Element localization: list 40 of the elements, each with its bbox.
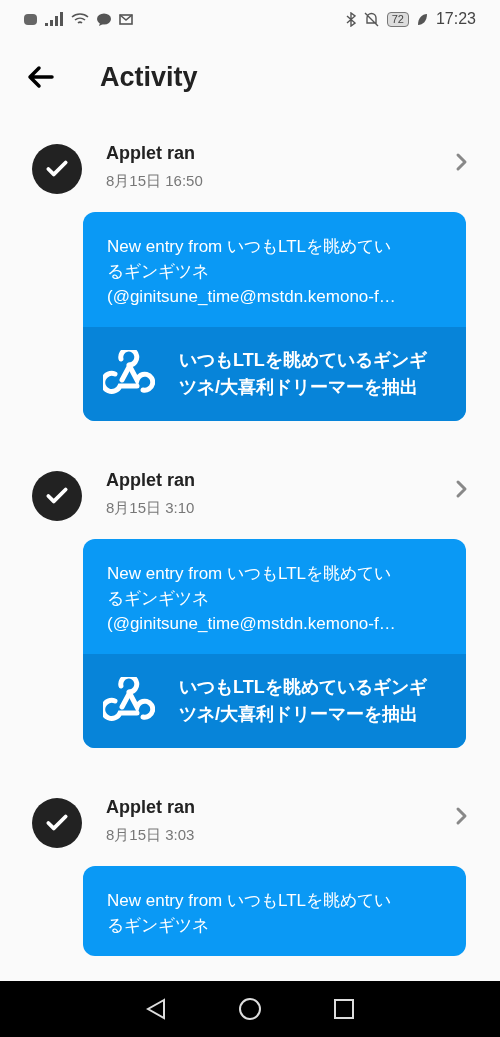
checkmark-icon bbox=[32, 798, 82, 848]
bluetooth-icon bbox=[345, 11, 356, 27]
entry-message: New entry from いつもLTLを眺めてい bbox=[107, 236, 392, 258]
entry-time: 8月15日 3:10 bbox=[106, 498, 196, 518]
entry-title: Applet ran bbox=[106, 469, 196, 492]
action-text: ツネ/大喜利ドリーマーを抽出 bbox=[179, 703, 419, 726]
action-text: ツネ/大喜利ドリーマーを抽出 bbox=[179, 376, 419, 399]
chat-icon bbox=[97, 12, 111, 26]
entry-message: るギンギツネ bbox=[107, 261, 210, 283]
entry-message: New entry from いつもLTLを眺めてい bbox=[107, 563, 392, 585]
leaf-icon bbox=[416, 12, 428, 26]
checkmark-icon bbox=[32, 471, 82, 521]
applet-card[interactable]: New entry from いつもLTLを眺めてい るギンギツネ (@ginitsune_time@mstdn.kemono-f… いつもLTLを眺めているギンギ ツネ/大喜利ドリーマーを抽出 bbox=[83, 212, 466, 421]
entry-title: Applet ran bbox=[106, 796, 196, 819]
chevron-icon[interactable] bbox=[454, 806, 468, 826]
entry-title: Applet ran bbox=[106, 142, 196, 165]
action-text: いつもLTLを眺めているギンギ bbox=[179, 349, 427, 372]
recents-icon[interactable] bbox=[334, 999, 354, 1019]
entry-time: 8月15日 16:50 bbox=[106, 171, 204, 191]
action-text: いつもLTLを眺めているギンギ bbox=[179, 676, 427, 699]
entry-message: (@ginitsune_time@mstdn.kemono-f… bbox=[107, 286, 397, 308]
mute-icon bbox=[363, 11, 379, 27]
signal-icon bbox=[45, 12, 63, 26]
applet-card[interactable]: New entry from いつもLTLを眺めてい るギンギツネ (@ginitsune_time@mstdn.kemono-f… いつもLTLを眺めているギンギ ツネ/大喜利ドリーマーを抽出 bbox=[83, 539, 466, 748]
chevron-icon[interactable] bbox=[454, 152, 468, 172]
mail-icon bbox=[119, 13, 133, 25]
wifi-icon bbox=[71, 12, 89, 26]
entry-message: (@ginitsune_time@mstdn.kemono-f… bbox=[107, 613, 397, 635]
entry-time: 8月15日 3:03 bbox=[106, 825, 196, 845]
home-icon[interactable] bbox=[238, 997, 262, 1021]
chevron-icon[interactable] bbox=[454, 479, 468, 499]
entry-message: るギンギツネ bbox=[107, 915, 210, 937]
entry-message: New entry from いつもLTLを眺めてい bbox=[107, 890, 392, 912]
checkmark-icon bbox=[32, 144, 82, 194]
status-time: 17:23 bbox=[435, 9, 476, 29]
battery-indicator: 72 bbox=[386, 11, 409, 27]
back-icon[interactable] bbox=[146, 998, 166, 1020]
page-title: Activity bbox=[100, 60, 198, 94]
entry-message: るギンギツネ bbox=[107, 588, 210, 610]
applet-card[interactable]: New entry from いつもLTLを眺めてい るギンギツネ bbox=[83, 866, 466, 956]
